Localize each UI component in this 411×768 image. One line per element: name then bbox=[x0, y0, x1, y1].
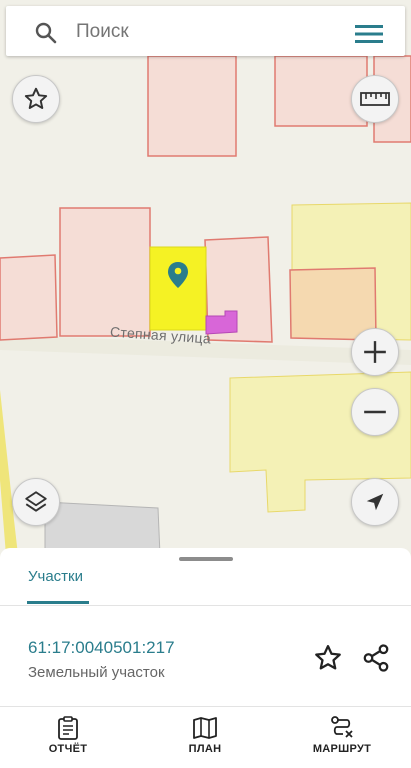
hamburger-menu-icon[interactable] bbox=[355, 24, 383, 44]
sheet-drag-handle[interactable] bbox=[179, 557, 233, 561]
share-icon[interactable] bbox=[361, 643, 391, 673]
zoom-in-button[interactable] bbox=[351, 328, 399, 376]
nav-route-button[interactable]: МАРШРУТ bbox=[292, 716, 392, 766]
locate-button[interactable] bbox=[351, 478, 399, 526]
nav-report-button[interactable]: ОТЧЁТ bbox=[18, 716, 118, 766]
route-icon bbox=[331, 716, 353, 738]
tab-uchastki[interactable]: Участки bbox=[28, 568, 83, 585]
selected-parcel bbox=[149, 246, 207, 331]
favorite-map-button[interactable] bbox=[12, 75, 60, 123]
layers-button[interactable] bbox=[12, 478, 60, 526]
minus-icon bbox=[364, 410, 386, 414]
search-bar[interactable] bbox=[6, 6, 405, 56]
nav-plan-button[interactable]: ПЛАН bbox=[155, 716, 255, 766]
cadastral-number[interactable]: 61:17:0040501:217 bbox=[28, 638, 175, 658]
nav-plan-label: ПЛАН bbox=[188, 743, 222, 755]
divider bbox=[0, 706, 411, 707]
zoom-out-button[interactable] bbox=[351, 388, 399, 436]
navigation-arrow-icon bbox=[366, 493, 384, 511]
ruler-button[interactable] bbox=[351, 75, 399, 123]
map-icon bbox=[193, 717, 217, 739]
parcel bbox=[59, 207, 151, 337]
ruler-icon bbox=[360, 92, 390, 106]
search-icon[interactable] bbox=[34, 21, 58, 45]
clipboard-icon bbox=[58, 716, 78, 740]
layers-icon bbox=[25, 491, 47, 512]
bottom-sheet: Участки 61:17:0040501:217 Земельный учас… bbox=[0, 548, 411, 768]
star-outline-icon bbox=[24, 87, 48, 109]
parcel-type: Земельный участок bbox=[28, 664, 165, 681]
nav-route-label: МАРШРУТ bbox=[312, 743, 372, 755]
map-view[interactable]: Степная улица bbox=[0, 0, 411, 555]
parcel bbox=[147, 55, 237, 157]
search-input[interactable] bbox=[76, 19, 336, 45]
map-canvas[interactable] bbox=[0, 0, 411, 555]
star-outline-icon[interactable] bbox=[313, 643, 343, 673]
parcel bbox=[0, 254, 58, 341]
divider bbox=[0, 605, 411, 606]
tab-active-indicator bbox=[27, 601, 89, 604]
nav-report-label: ОТЧЁТ bbox=[48, 743, 88, 755]
plus-icon bbox=[364, 341, 386, 363]
